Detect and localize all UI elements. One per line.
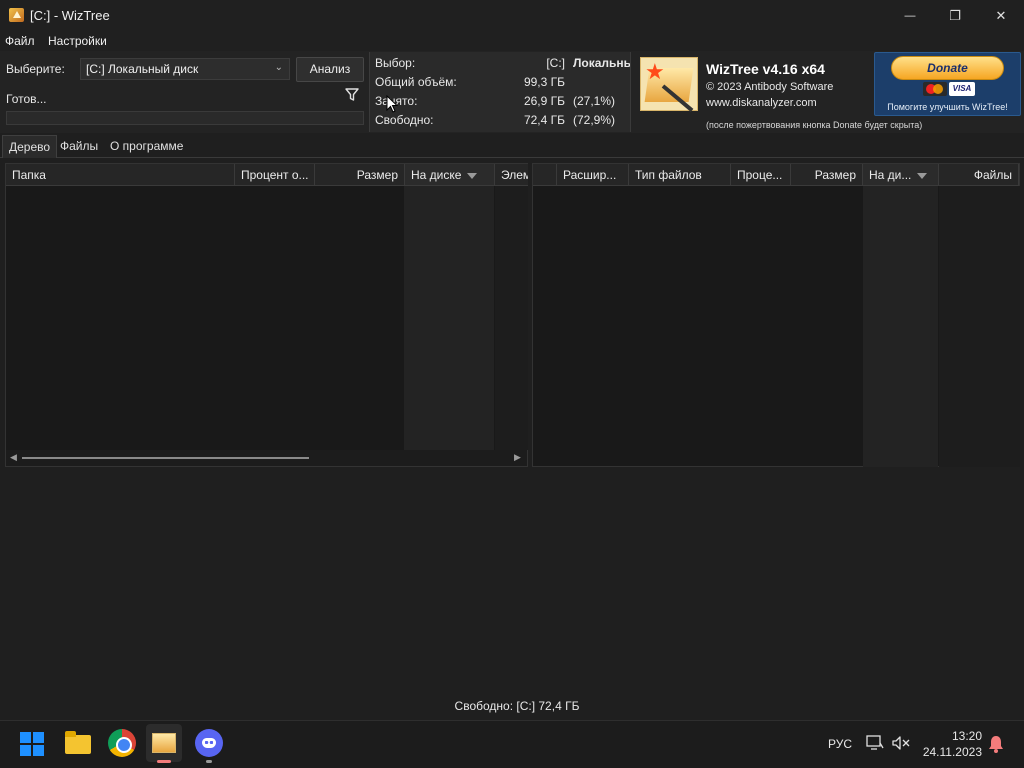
- stat-total-label: Общий объём:: [375, 75, 457, 89]
- donate-caption: Помогите улучшить WizTree!: [887, 102, 1008, 112]
- items-column-shade: [495, 186, 528, 450]
- col-extension[interactable]: Расшир...: [557, 164, 629, 186]
- menu-settings[interactable]: Настройки: [48, 34, 107, 48]
- wiztree-logo: ★: [640, 57, 698, 112]
- wiztree-taskbar-icon[interactable]: [152, 733, 176, 753]
- donate-note: (после пожертвования кнопка Donate будет…: [706, 120, 923, 130]
- sort-desc-icon: [467, 172, 478, 179]
- ext-files-column-shade: [939, 186, 1020, 467]
- col-ext-on-disk[interactable]: На ди...: [863, 164, 939, 186]
- volume-muted-icon[interactable]: [891, 735, 911, 751]
- minimize-button[interactable]: —: [887, 0, 933, 31]
- stat-used-value: 26,9 ГБ: [523, 94, 565, 108]
- file-explorer-icon[interactable]: [64, 729, 92, 757]
- tree-table[interactable]: Папка Процент о... Размер На диске Элем: [5, 163, 528, 467]
- copyright-text: © 2023 Antibody Software: [706, 81, 834, 93]
- windows-start-icon[interactable]: [20, 732, 44, 756]
- stat-free: Свободно: 72,4 ГБ (72,9%): [375, 113, 630, 129]
- window-title: [C:] - WizTree: [30, 8, 110, 23]
- wiztree-app-icon: [9, 8, 24, 22]
- active-app-indicator: [157, 760, 171, 763]
- extensions-table[interactable]: Расшир... Тип файлов Проце... Размер На …: [532, 163, 1020, 467]
- discord-icon[interactable]: [195, 729, 223, 757]
- tab-files[interactable]: Файлы: [54, 135, 104, 158]
- analyze-button[interactable]: Анализ: [296, 57, 364, 82]
- website-link[interactable]: www.diskanalyzer.com: [706, 97, 817, 109]
- col-ext-icon[interactable]: [533, 164, 557, 186]
- col-percent[interactable]: Процент о...: [235, 164, 315, 186]
- stat-selection-label: Выбор:: [375, 56, 416, 70]
- close-button[interactable]: ✕: [978, 0, 1024, 31]
- stat-used: Занято: 26,9 ГБ (27,1%): [375, 94, 630, 110]
- on-disk-column-shade: [404, 186, 494, 450]
- clock-date[interactable]: 24.11.2023: [920, 745, 982, 759]
- stat-total: Общий объём: 99,3 ГБ: [375, 75, 630, 91]
- stat-free-label: Свободно:: [375, 113, 434, 127]
- ext-on-disk-column-shade: [863, 186, 938, 467]
- restore-icon: ❐: [949, 7, 961, 23]
- scroll-right-icon[interactable]: ▶: [514, 452, 521, 463]
- filter-icon[interactable]: [345, 88, 359, 102]
- stat-free-percent: (72,9%): [573, 113, 616, 127]
- notification-bell-icon[interactable]: [988, 735, 1004, 753]
- visa-icon: VISA: [949, 82, 975, 96]
- col-on-disk-label: На диске: [411, 168, 462, 182]
- col-folder[interactable]: Папка: [6, 164, 235, 186]
- network-icon[interactable]: [866, 735, 884, 751]
- chrome-icon[interactable]: [108, 729, 136, 757]
- col-ext-size[interactable]: Размер: [791, 164, 863, 186]
- col-files[interactable]: Файлы: [939, 164, 1019, 186]
- title-bar: [0, 0, 1024, 31]
- menu-file[interactable]: Файл: [5, 34, 35, 48]
- col-ext-percent[interactable]: Проце...: [731, 164, 791, 186]
- minimize-icon: —: [904, 9, 916, 22]
- col-size[interactable]: Размер: [315, 164, 405, 186]
- menu-bar: [0, 31, 1024, 51]
- tab-about[interactable]: О программе: [104, 135, 189, 158]
- sort-desc-icon: [917, 172, 928, 179]
- mastercard-icon: [923, 82, 947, 96]
- scan-progress-bar: [6, 111, 364, 125]
- col-file-type[interactable]: Тип файлов: [629, 164, 731, 186]
- stat-used-percent: (27,1%): [573, 94, 616, 108]
- stat-free-value: 72,4 ГБ: [523, 113, 565, 127]
- running-app-indicator: [206, 760, 212, 763]
- close-icon: ✕: [995, 7, 1007, 23]
- stat-total-value: 99,3 ГБ: [523, 75, 565, 89]
- col-on-disk[interactable]: На диске: [405, 164, 495, 186]
- chevron-down-icon: ⌄: [274, 62, 283, 73]
- stat-selection-value: [C:]: [546, 56, 565, 70]
- stat-selection-name: Локальный: [573, 56, 630, 70]
- mouse-cursor-icon: [386, 95, 398, 113]
- maximize-button[interactable]: ❐: [932, 0, 978, 31]
- status-text: Готов...: [6, 92, 47, 106]
- col-ext-on-disk-label: На ди...: [869, 168, 912, 182]
- scrollbar-thumb[interactable]: [22, 457, 309, 459]
- free-space-status: Свободно: [C:] 72,4 ГБ: [454, 699, 580, 713]
- app-name: WizTree v4.16 x64: [706, 61, 825, 77]
- language-indicator[interactable]: РУС: [828, 737, 852, 751]
- col-items[interactable]: Элем: [495, 164, 528, 186]
- disk-stats-panel: Выбор: [C:] Локальный Общий объём: 99,3 …: [369, 52, 631, 132]
- scroll-left-icon[interactable]: ◀: [10, 452, 17, 463]
- tab-tree[interactable]: Дерево: [2, 135, 58, 158]
- drive-select-value: [C:] Локальный диск: [86, 62, 199, 76]
- stat-selection: Выбор: [C:] Локальный: [375, 56, 630, 72]
- drive-select[interactable]: [C:] Локальный диск ⌄: [80, 58, 290, 80]
- clock-time[interactable]: 13:20: [920, 729, 982, 743]
- donate-button[interactable]: Donate: [891, 56, 1004, 80]
- select-drive-label: Выберите:: [6, 62, 65, 76]
